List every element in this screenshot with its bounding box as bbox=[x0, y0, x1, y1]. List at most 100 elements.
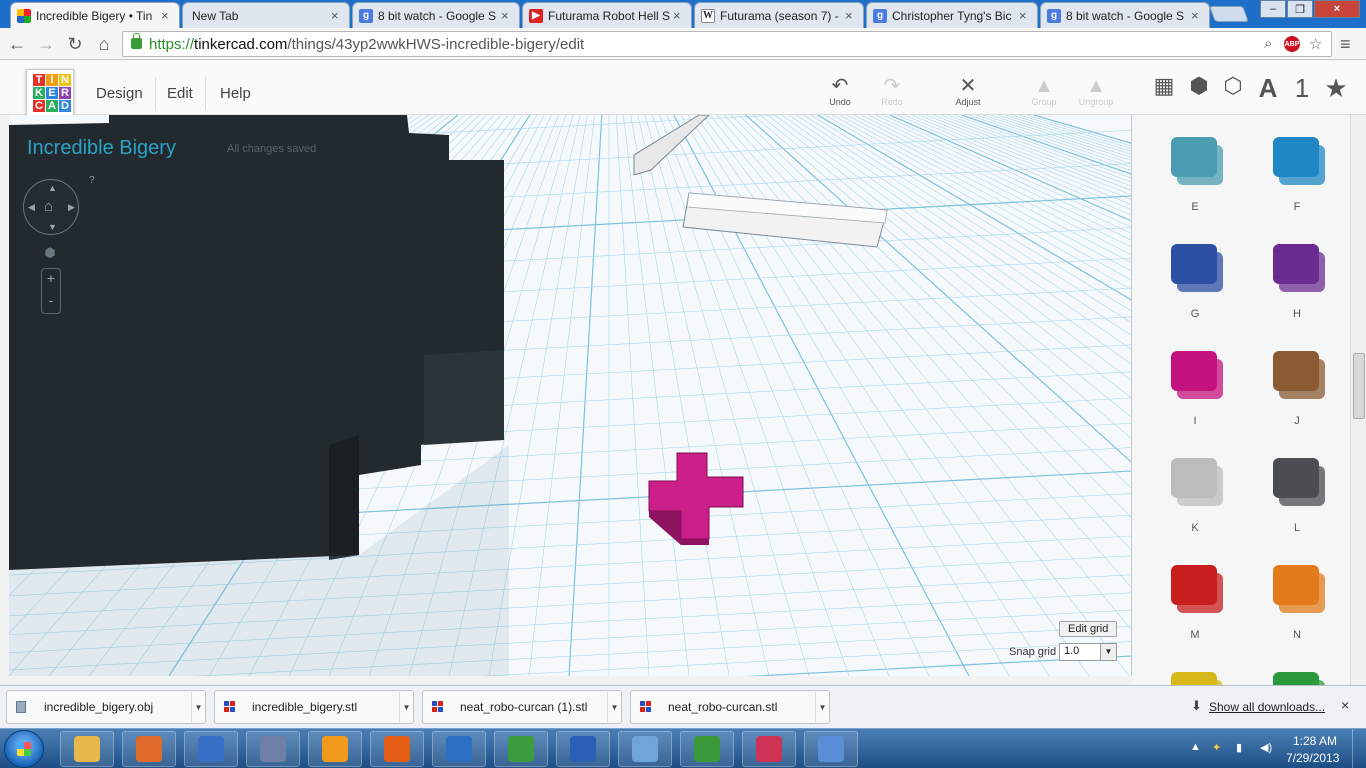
volume-icon[interactable]: ◀) bbox=[1260, 741, 1272, 754]
bookmark-star-icon[interactable]: ☆ bbox=[1309, 35, 1322, 53]
undo-button[interactable]: ↶ Undo bbox=[816, 75, 864, 107]
tab-futurama-robot-hell[interactable]: ▶ Futurama Robot Hell S × bbox=[522, 2, 692, 28]
shape-letter-g[interactable]: G bbox=[1155, 228, 1235, 328]
shape-letter-h[interactable]: H bbox=[1257, 228, 1337, 328]
orbit-up-icon[interactable]: ▲ bbox=[48, 183, 57, 193]
taskbar-chrome[interactable] bbox=[494, 731, 548, 767]
home-view-icon[interactable]: ⌂ bbox=[44, 198, 53, 215]
clock-time[interactable]: 1:28 AM bbox=[1293, 734, 1337, 748]
taskbar-notepad-writer[interactable] bbox=[432, 731, 486, 767]
chevron-down-icon[interactable]: ▼ bbox=[815, 692, 829, 722]
download-item[interactable]: neat_robo-curcan (1).stl ▼ bbox=[422, 690, 622, 724]
shape-letter-f[interactable]: F bbox=[1257, 121, 1337, 221]
shape-letter-m[interactable]: M bbox=[1155, 549, 1235, 649]
tab-incredible-bigery[interactable]: Incredible Bigery • Tin × bbox=[10, 2, 180, 28]
tinkercad-logo[interactable]: T I N K E R C A D bbox=[26, 69, 74, 117]
start-button[interactable] bbox=[4, 730, 44, 768]
taskbar-app-wizard[interactable] bbox=[184, 731, 238, 767]
shape-letter-e[interactable]: E bbox=[1155, 121, 1235, 221]
tray-expand-icon[interactable]: ▲ bbox=[1190, 741, 1201, 753]
box-icon[interactable]: ⬢ bbox=[1184, 73, 1214, 99]
number-icon[interactable]: 1 bbox=[1287, 73, 1317, 104]
close-icon[interactable]: × bbox=[161, 8, 173, 23]
chevron-down-icon[interactable]: ▼ bbox=[399, 692, 413, 722]
ungroup-button[interactable]: ▲ Ungroup bbox=[1072, 75, 1120, 107]
close-icon[interactable]: × bbox=[1341, 697, 1349, 713]
address-bar[interactable]: https://tinkercad.com/things/43yp2wwkHWS… bbox=[122, 31, 1332, 57]
taskbar-app-orange[interactable] bbox=[122, 731, 176, 767]
orbit-right-icon[interactable]: ▶ bbox=[68, 202, 75, 213]
back-icon[interactable]: ← bbox=[5, 32, 29, 56]
close-icon[interactable]: × bbox=[845, 8, 857, 23]
clock-date[interactable]: 7/29/2013 bbox=[1286, 751, 1339, 765]
close-icon[interactable]: × bbox=[1191, 8, 1203, 23]
taskbar-app-tools[interactable] bbox=[246, 731, 300, 767]
tab-christopher-tyng[interactable]: g Christopher Tyng's Bic × bbox=[866, 2, 1038, 28]
chevron-down-icon[interactable]: ▼ bbox=[607, 692, 621, 722]
menu-help[interactable]: Help bbox=[208, 77, 263, 110]
taskbar-word-doc[interactable] bbox=[556, 731, 610, 767]
star-icon[interactable]: ★ bbox=[1321, 73, 1351, 104]
zoom-in-button[interactable]: + bbox=[42, 270, 60, 290]
zoom-icon[interactable]: ⌕ bbox=[1264, 35, 1272, 52]
shape-letter-n[interactable]: N bbox=[1257, 549, 1337, 649]
download-item[interactable]: incredible_bigery.stl ▼ bbox=[214, 690, 414, 724]
taskbar-app-x[interactable] bbox=[804, 731, 858, 767]
forward-icon[interactable]: → bbox=[34, 32, 58, 56]
browser-menu-icon[interactable]: ≡ bbox=[1340, 34, 1351, 55]
battery-icon[interactable]: ▮ bbox=[1236, 741, 1242, 754]
shape-letter-partial[interactable] bbox=[1155, 656, 1235, 685]
taskbar-explorer[interactable] bbox=[60, 731, 114, 767]
scrollbar-thumb[interactable] bbox=[1353, 353, 1365, 419]
show-desktop-button[interactable] bbox=[1352, 729, 1366, 768]
grid-icon[interactable]: ▦ bbox=[1149, 73, 1179, 99]
cylinder-icon[interactable]: ⬡ bbox=[1218, 73, 1248, 99]
chevron-down-icon[interactable]: ▼ bbox=[191, 692, 205, 722]
taskbar-tinkercad-app[interactable] bbox=[742, 731, 796, 767]
tray-app-icon[interactable]: ✦ bbox=[1212, 741, 1221, 754]
menu-design[interactable]: Design bbox=[84, 77, 156, 110]
design-title[interactable]: Incredible Bigery bbox=[27, 137, 176, 160]
snap-grid-select[interactable]: 1.0 ▼ bbox=[1059, 643, 1117, 661]
grid-canvas[interactable] bbox=[9, 115, 1132, 676]
close-icon[interactable]: × bbox=[1019, 8, 1031, 23]
close-icon[interactable]: × bbox=[673, 8, 685, 23]
menu-edit[interactable]: Edit bbox=[155, 77, 206, 110]
adblock-icon[interactable]: ABP bbox=[1284, 36, 1300, 52]
close-icon[interactable]: × bbox=[501, 8, 513, 23]
orbit-left-icon[interactable]: ◀ bbox=[28, 202, 35, 213]
orbit-down-icon[interactable]: ▼ bbox=[48, 222, 57, 232]
home-icon[interactable]: ⌂ bbox=[92, 32, 116, 56]
taskbar-firefox[interactable] bbox=[370, 731, 424, 767]
window-close-button[interactable]: × bbox=[1314, 0, 1360, 18]
new-tab-button[interactable] bbox=[1209, 6, 1249, 22]
download-item[interactable]: incredible_bigery.obj ▼ bbox=[6, 690, 206, 724]
view-navigator[interactable]: ▲ ▼ ◀ ▶ ⌂ bbox=[23, 179, 79, 235]
taskbar-paint[interactable] bbox=[618, 731, 672, 767]
tab-8-bit-watch-2[interactable]: g 8 bit watch - Google S × bbox=[1040, 2, 1210, 28]
3d-workplane[interactable]: Incredible Bigery All changes saved ? ▲ … bbox=[9, 115, 1132, 676]
minimize-button[interactable]: – bbox=[1260, 0, 1286, 18]
tab-futurama-season-7[interactable]: W Futurama (season 7) - × bbox=[694, 2, 864, 28]
edit-grid-button[interactable]: Edit grid bbox=[1059, 621, 1118, 637]
shapes-scrollbar[interactable] bbox=[1350, 115, 1366, 685]
taskbar-media-player[interactable] bbox=[308, 731, 362, 767]
group-button[interactable]: ▲ Group bbox=[1020, 75, 1068, 107]
shape-letter-l[interactable]: L bbox=[1257, 442, 1337, 542]
show-all-downloads-link[interactable]: Show all downloads... bbox=[1209, 700, 1325, 714]
perspective-cube-icon[interactable]: ⬢ bbox=[39, 242, 61, 264]
reload-icon[interactable]: ↻ bbox=[63, 32, 87, 56]
tab-new-tab[interactable]: New Tab × bbox=[182, 2, 350, 28]
shape-letter-partial[interactable] bbox=[1257, 656, 1337, 685]
adjust-button[interactable]: ✕ Adjust bbox=[944, 75, 992, 107]
tab-8-bit-watch[interactable]: g 8 bit watch - Google S × bbox=[352, 2, 520, 28]
shape-letter-j[interactable]: J bbox=[1257, 335, 1337, 435]
shape-letter-k[interactable]: K bbox=[1155, 442, 1235, 542]
download-item[interactable]: neat_robo-curcan.stl ▼ bbox=[630, 690, 830, 724]
shape-letter-i[interactable]: I bbox=[1155, 335, 1235, 435]
maximize-button[interactable]: ❐ bbox=[1287, 0, 1313, 18]
text-icon[interactable]: A bbox=[1253, 73, 1283, 104]
help-mark[interactable]: ? bbox=[89, 175, 95, 186]
zoom-out-button[interactable]: - bbox=[42, 292, 60, 312]
redo-button[interactable]: ↷ Redo bbox=[868, 75, 916, 107]
